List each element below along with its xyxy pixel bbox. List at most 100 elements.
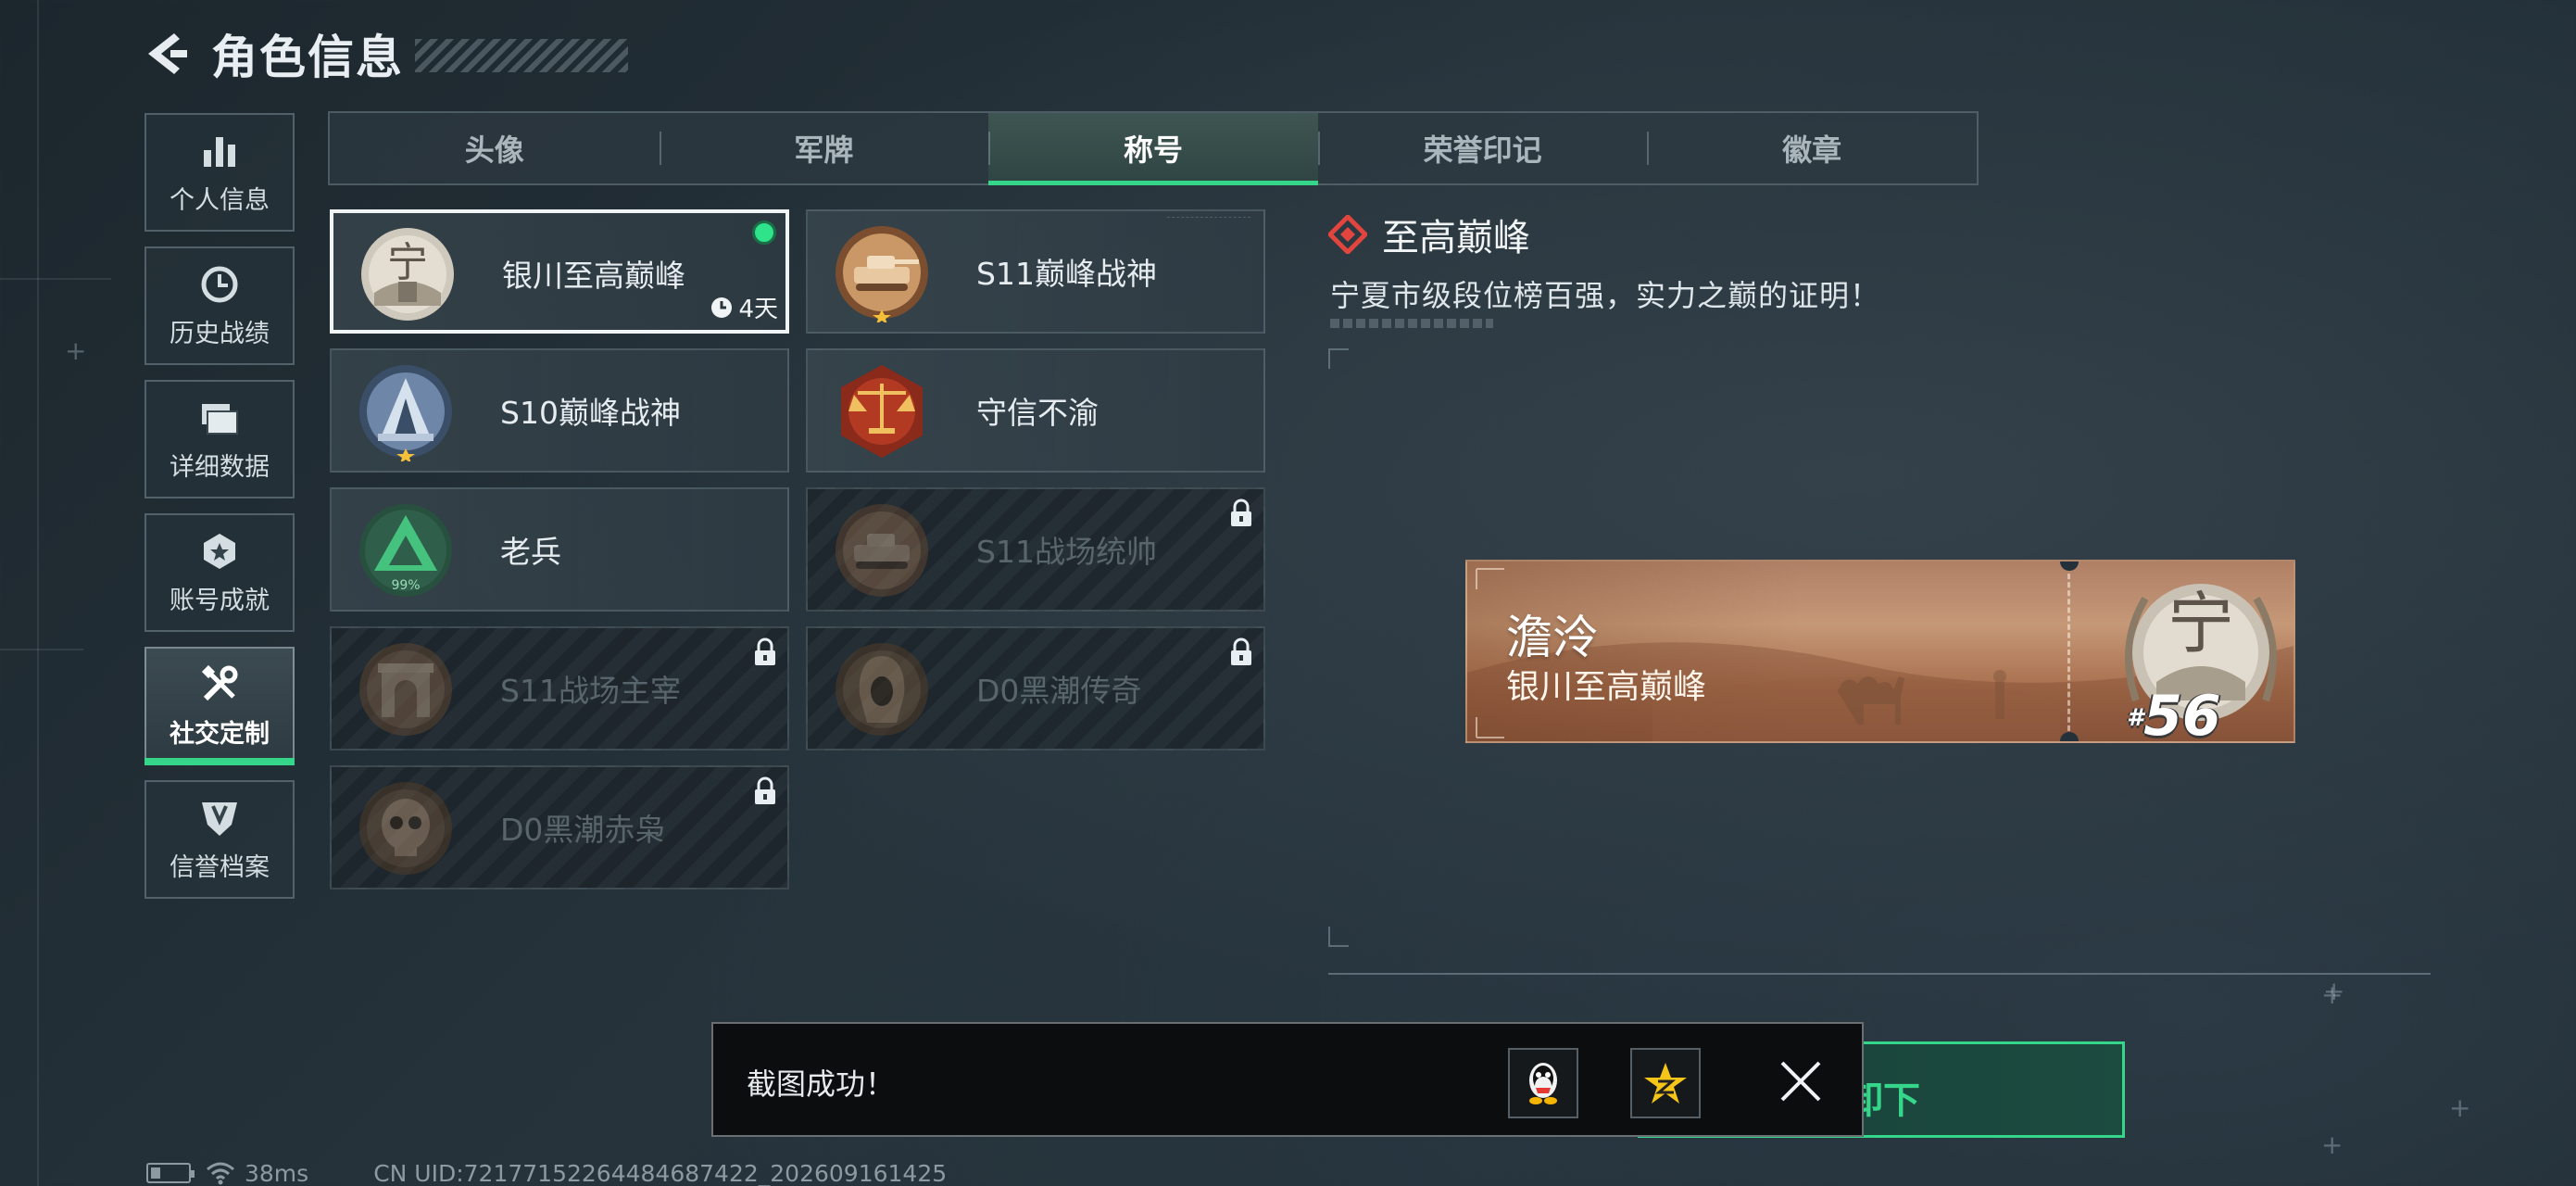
sidebar-item-achievements[interactable]: 账号成就: [145, 513, 295, 632]
frame-corner: [1328, 348, 1349, 369]
title-name: D0黑潮赤枭: [500, 812, 666, 848]
diamond-icon: [1328, 215, 1367, 254]
rank-value: 56: [2143, 684, 2221, 743]
rank-number: #56: [2127, 684, 2221, 743]
bg-plus-mark: +: [2321, 1129, 2344, 1160]
medal-icon: [204, 533, 235, 569]
title-card[interactable]: S11战场主宰: [330, 626, 789, 751]
rank-prefix: #: [2127, 704, 2144, 732]
ningxia-peak-badge-icon: 宁: [356, 224, 459, 324]
clock-icon: [201, 266, 238, 302]
title-name: S11战场主宰: [500, 673, 681, 709]
detail-divider: [1328, 973, 2431, 975]
preview-player-name: 澹泠: [1506, 611, 1599, 664]
sidebar-item-social[interactable]: 社交定制: [145, 647, 295, 765]
tab-dog-tag[interactable]: 军牌: [659, 113, 989, 183]
skull-badge-icon: [354, 778, 458, 878]
detail-subtext-decoration: [1330, 319, 1493, 328]
folders-icon: [202, 403, 238, 435]
share-qq-button[interactable]: [1508, 1048, 1578, 1118]
title-card[interactable]: S11巅峰战神: [806, 209, 1265, 334]
screenshot-toast: 截图成功！: [711, 1022, 1864, 1137]
bg-plus-mark: +: [2449, 1092, 2471, 1123]
expiry-timer: 4天: [710, 290, 778, 324]
toast-message: 截图成功！: [747, 1066, 896, 1102]
hooded-figure-badge-icon: [830, 639, 934, 739]
sidebar-item-label: 社交定制: [170, 719, 270, 749]
title-card[interactable]: 守信不渝: [806, 348, 1265, 473]
card-decoration: [1167, 217, 1250, 221]
close-icon[interactable]: [1777, 1057, 1825, 1105]
category-tabs: 头像 军牌 称号 荣誉印记 徽章: [328, 111, 1979, 185]
detail-title-text: 至高巅峰: [1382, 217, 1530, 259]
sidebar-item-label: 详细数据: [170, 452, 270, 482]
tower-laurel-badge-icon: [354, 361, 458, 463]
title-name: S11战场统帅: [976, 534, 1157, 570]
title-name: 老兵: [500, 534, 561, 570]
bg-grid-line: [0, 278, 111, 280]
timer-text: 4天: [738, 296, 778, 323]
title-name: S11巅峰战神: [976, 256, 1157, 292]
lock-icon: [1231, 637, 1251, 665]
qq-penguin-icon: [1529, 1063, 1557, 1104]
sidebar-item-label: 信誉档案: [170, 852, 270, 882]
sidebar-item-profile[interactable]: 个人信息: [145, 113, 295, 232]
title-name: 银川至高巅峰: [502, 258, 685, 294]
lock-icon: [755, 637, 775, 665]
svg-text:宁: 宁: [387, 239, 428, 286]
tab-honor-mark[interactable]: 荣誉印记: [1317, 113, 1648, 183]
bg-plus-mark: +: [2323, 976, 2345, 1006]
equipped-indicator: [752, 221, 776, 245]
tab-avatar[interactable]: 头像: [330, 113, 660, 183]
frame-corner: [1328, 927, 1349, 947]
svg-text:宁: 宁: [2168, 585, 2234, 662]
arch-badge-icon: [354, 639, 458, 739]
title-card[interactable]: 宁 银川至高巅峰 4天: [330, 209, 789, 334]
page-title: 角色信息: [211, 31, 404, 84]
lock-icon: [1231, 498, 1251, 526]
qzone-star-icon: [1644, 1063, 1687, 1104]
title-card[interactable]: D0黑潮传奇: [806, 626, 1265, 751]
sidebar-item-reputation[interactable]: 信誉档案: [145, 780, 295, 899]
bg-grid-line: [37, 0, 39, 1186]
title-decoration: [415, 39, 628, 72]
uid-text: CN UID:7217715226448468742​2_20260916142…: [373, 1159, 948, 1186]
battery-icon: [146, 1163, 195, 1183]
tab-badge[interactable]: 徽章: [1647, 113, 1977, 183]
title-card[interactable]: D0黑潮赤枭: [330, 765, 789, 890]
detail-title: 至高巅峰: [1328, 208, 1530, 261]
badge-percent-text: 99%: [391, 578, 420, 593]
tank-badge-icon: [830, 500, 934, 600]
sidebar-item-history[interactable]: 历史战绩: [145, 246, 295, 365]
sidebar: 个人信息 历史战绩 详细数据 账号成就 社交定制 信誉档案: [145, 113, 296, 914]
title-name: S10巅峰战神: [500, 395, 681, 431]
sidebar-item-details[interactable]: 详细数据: [145, 380, 295, 498]
ping-text: 38ms: [245, 1159, 309, 1186]
sidebar-item-label: 账号成就: [170, 586, 270, 615]
title-card[interactable]: S11战场统帅: [806, 487, 1265, 612]
sidebar-item-label: 个人信息: [170, 185, 270, 215]
tab-title[interactable]: 称号: [988, 113, 1318, 185]
sidebar-item-label: 历史战绩: [170, 319, 270, 348]
lock-icon: [755, 776, 775, 804]
title-name: D0黑潮传奇: [976, 673, 1142, 709]
bar-chart-icon: [204, 136, 235, 167]
tools-icon: [201, 664, 238, 700]
detail-description: 宁夏市级段位榜百强，实力之巅的证明！: [1330, 278, 1881, 313]
status-footer: 38ms CN UID:7217715226448468742​2_202609…: [146, 1160, 947, 1186]
veteran-triangle-badge-icon: 99%: [354, 500, 458, 600]
ticket-perforation: [2067, 565, 2070, 739]
title-card[interactable]: S10巅峰战神: [330, 348, 789, 473]
tank-laurel-badge-icon: [830, 222, 934, 324]
title-name: 守信不渝: [976, 395, 1099, 431]
share-qzone-button[interactable]: [1630, 1048, 1701, 1118]
bg-plus-mark: +: [65, 335, 87, 366]
title-card[interactable]: 99% 老兵: [330, 487, 789, 612]
title-preview-banner: 澹泠 银川至高巅峰 宁 #56: [1465, 560, 2295, 743]
preview-title-text: 银川至高巅峰: [1506, 668, 1707, 706]
shield-icon: [202, 801, 237, 836]
scales-badge-icon: [830, 361, 934, 461]
bg-grid-line: [0, 649, 83, 650]
wifi-icon: [207, 1162, 234, 1185]
back-arrow-icon[interactable]: [139, 28, 191, 80]
